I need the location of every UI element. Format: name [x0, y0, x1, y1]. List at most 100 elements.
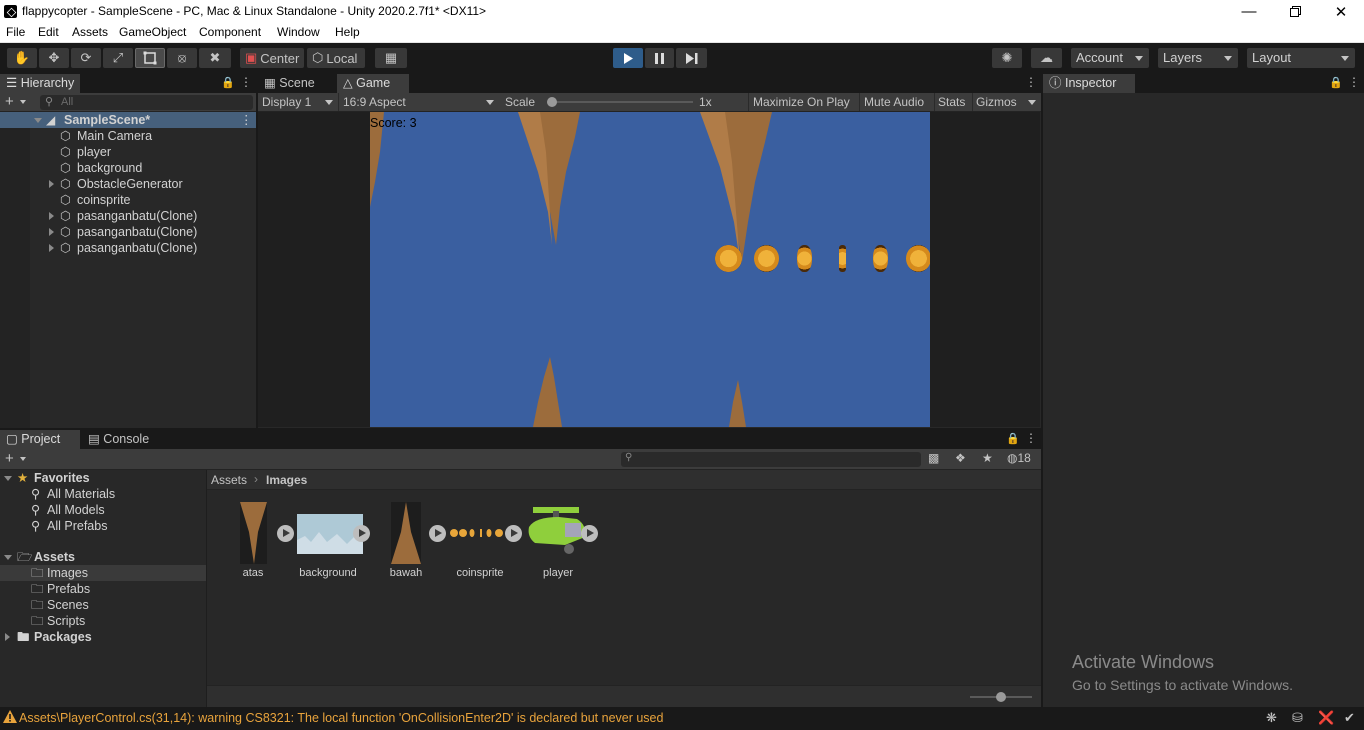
hierarchy-item[interactable]: ⬡ player: [0, 144, 256, 160]
asset-bawah-thumb[interactable]: [391, 502, 421, 564]
foldout-icon[interactable]: [34, 118, 42, 123]
chevron-down-icon[interactable]: [20, 100, 26, 104]
hierarchy-item[interactable]: ⬡ background: [0, 160, 256, 176]
scale-slider-track[interactable]: [547, 97, 693, 107]
maximize-on-play-toggle[interactable]: Maximize On Play: [748, 93, 858, 111]
lock-icon[interactable]: 🔒: [1006, 432, 1020, 445]
grid-snap-icon[interactable]: ▦: [375, 48, 407, 68]
hierarchy-item[interactable]: ⬡ ObstacleGenerator: [0, 176, 256, 192]
hierarchy-search-input[interactable]: ⚲ All: [40, 95, 253, 110]
aspect-dropdown[interactable]: 16:9 Aspect: [338, 93, 496, 111]
game-viewport[interactable]: Score: 3: [370, 112, 930, 427]
close-icon[interactable]: ✕: [1318, 0, 1364, 23]
maximize-icon[interactable]: [1272, 0, 1318, 23]
breadcrumb-images[interactable]: Images: [266, 473, 307, 487]
hierarchy-item[interactable]: ⬡ pasanganbatu(Clone): [0, 224, 256, 240]
expand-sprite-icon[interactable]: [429, 525, 446, 542]
breadcrumb-assets[interactable]: Assets: [211, 473, 247, 487]
move-tool-icon[interactable]: ✥: [39, 48, 69, 68]
more-options-icon[interactable]: ⋮: [1025, 431, 1037, 445]
asset-coinsprite-thumb[interactable]: [450, 526, 505, 540]
add-icon[interactable]: +: [5, 93, 14, 110]
more-options-icon[interactable]: ⋮: [240, 112, 253, 128]
foldout-icon[interactable]: [49, 244, 54, 252]
lock-icon[interactable]: 🔒: [221, 76, 235, 89]
cache-server-icon[interactable]: ⛁: [1292, 710, 1303, 726]
menu-component[interactable]: Component: [199, 25, 261, 39]
rect-tool-icon[interactable]: [135, 48, 165, 68]
cloud-icon[interactable]: ☁: [1031, 48, 1062, 68]
rotate-tool-icon[interactable]: ⟳: [71, 48, 101, 68]
expand-sprite-icon[interactable]: [277, 525, 294, 542]
menu-gameobject[interactable]: GameObject: [119, 25, 186, 39]
tab-scene[interactable]: ▦ Scene: [258, 74, 335, 93]
display-dropdown[interactable]: Display 1: [258, 93, 337, 111]
asset-atas-thumb[interactable]: [240, 502, 267, 564]
chevron-down-icon[interactable]: [20, 457, 26, 461]
foldout-icon[interactable]: [4, 555, 12, 560]
tab-console[interactable]: ▤ Console: [82, 430, 162, 449]
debug-icon[interactable]: ❌: [1318, 710, 1334, 726]
scene-row[interactable]: ◢ SampleScene* ⋮: [0, 112, 256, 128]
hierarchy-item[interactable]: ⬡ pasanganbatu(Clone): [0, 240, 256, 256]
favorites-item[interactable]: ⚲ All Models: [0, 502, 206, 518]
asset-player-thumb[interactable]: [525, 505, 589, 557]
tag-icon[interactable]: ❖: [955, 451, 966, 465]
custom-tool-icon[interactable]: ✖: [199, 48, 231, 68]
thumbnail-size-slider[interactable]: [970, 692, 1032, 702]
menu-assets[interactable]: Assets: [72, 25, 108, 39]
filter-by-type-icon[interactable]: ▩: [928, 451, 939, 465]
expand-sprite-icon[interactable]: [353, 525, 370, 542]
lock-icon[interactable]: 🔒: [1329, 76, 1343, 89]
foldout-icon[interactable]: [4, 476, 12, 481]
tab-inspector[interactable]: ⓘ Inspector: [1043, 74, 1135, 93]
check-icon[interactable]: ✔: [1344, 710, 1355, 726]
star-icon[interactable]: ★: [982, 451, 993, 465]
pause-button[interactable]: [645, 48, 674, 68]
project-search-input[interactable]: ⚲: [621, 452, 921, 467]
minimize-icon[interactable]: —: [1226, 0, 1272, 23]
scale-slider-knob[interactable]: [547, 97, 557, 107]
asset-folder-item[interactable]: 🗀 Scripts: [0, 613, 206, 629]
foldout-icon[interactable]: [5, 633, 10, 641]
asset-folder-item[interactable]: 🗀 Images: [0, 565, 206, 581]
mute-audio-toggle[interactable]: Mute Audio: [859, 93, 933, 111]
more-options-icon[interactable]: ⋮: [1348, 75, 1360, 89]
favorites-item[interactable]: ⚲ All Prefabs: [0, 518, 206, 534]
collab-icon[interactable]: ✺: [992, 48, 1022, 68]
menu-help[interactable]: Help: [335, 25, 360, 39]
expand-sprite-icon[interactable]: [581, 525, 598, 542]
menu-window[interactable]: Window: [277, 25, 320, 39]
step-button[interactable]: [676, 48, 707, 68]
play-button[interactable]: [613, 48, 643, 68]
hidden-packages-toggle[interactable]: ◍18: [1007, 451, 1031, 465]
hierarchy-item[interactable]: ⬡ pasanganbatu(Clone): [0, 208, 256, 224]
more-options-icon[interactable]: ⋮: [240, 75, 252, 89]
tab-project[interactable]: ▢ Project: [0, 430, 80, 449]
asset-folder-item[interactable]: 🗀 Scenes: [0, 597, 206, 613]
tab-hierarchy[interactable]: ☰ Hierarchy: [0, 74, 80, 93]
layout-dropdown[interactable]: Layout: [1247, 48, 1355, 68]
add-icon[interactable]: +: [5, 450, 14, 467]
packages-row[interactable]: 🖿 Packages: [0, 629, 206, 645]
account-dropdown[interactable]: Account: [1071, 48, 1149, 68]
transform-tool-icon[interactable]: ⦻: [167, 48, 197, 68]
menu-edit[interactable]: Edit: [38, 25, 59, 39]
assets-row[interactable]: 🗁 Assets: [0, 549, 206, 565]
hand-tool-icon[interactable]: ✋: [7, 48, 37, 68]
status-message[interactable]: Assets\PlayerControl.cs(31,14): warning …: [19, 711, 663, 725]
foldout-icon[interactable]: [49, 212, 54, 220]
hierarchy-item[interactable]: ⬡ Main Camera: [0, 128, 256, 144]
scale-tool-icon[interactable]: ⤢: [103, 48, 133, 68]
thumbnail-size-knob[interactable]: [996, 692, 1006, 702]
space-toggle[interactable]: ⬡ Local: [307, 48, 365, 68]
menu-file[interactable]: File: [6, 25, 25, 39]
foldout-icon[interactable]: [49, 228, 54, 236]
tab-game[interactable]: △ Game: [337, 74, 409, 93]
layers-dropdown[interactable]: Layers: [1158, 48, 1238, 68]
stats-toggle[interactable]: Stats: [934, 93, 971, 111]
hierarchy-item[interactable]: ⬡ coinsprite: [0, 192, 256, 208]
more-options-icon[interactable]: ⋮: [1025, 75, 1037, 89]
pivot-toggle[interactable]: ▣ Center: [240, 48, 304, 68]
foldout-icon[interactable]: [49, 180, 54, 188]
